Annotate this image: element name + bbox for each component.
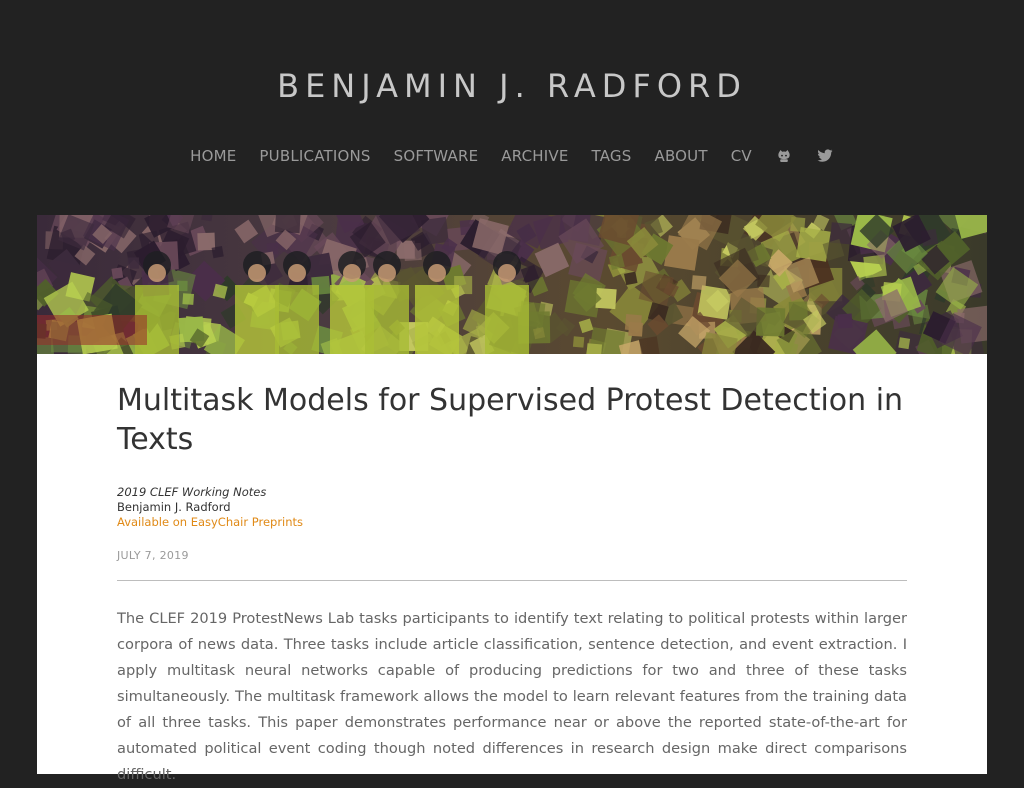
post-venue: 2019 CLEF Working Notes — [117, 485, 267, 499]
main-nav: HOME PUBLICATIONS SOFTWARE ARCHIVE TAGS … — [0, 144, 1024, 168]
twitter-icon[interactable] — [816, 144, 834, 168]
post-date: JULY 7, 2019 — [117, 549, 189, 562]
nav-tags[interactable]: TAGS — [592, 144, 632, 168]
nav-archive[interactable]: ARCHIVE — [501, 144, 568, 168]
post-meta: 2019 CLEF Working Notes Benjamin J. Radf… — [117, 485, 717, 530]
nav-cv[interactable]: CV — [731, 144, 752, 168]
github-icon[interactable] — [775, 144, 793, 168]
post-abstract: The CLEF 2019 ProtestNews Lab tasks part… — [117, 610, 907, 783]
header-banner-image — [37, 215, 987, 354]
post-title: Multitask Models for Supervised Protest … — [117, 383, 904, 457]
nav-software[interactable]: SOFTWARE — [394, 144, 479, 168]
post-card: Multitask Models for Supervised Protest … — [37, 354, 987, 783]
nav-about[interactable]: ABOUT — [654, 144, 707, 168]
preprint-link[interactable]: Available on EasyChair Preprints — [117, 515, 717, 530]
divider — [117, 580, 907, 581]
nav-publications[interactable]: PUBLICATIONS — [259, 144, 370, 168]
site-title-link[interactable]: BENJAMIN J. RADFORD — [0, 64, 1024, 108]
nav-home[interactable]: HOME — [190, 144, 236, 168]
post-author: Benjamin J. Radford — [117, 500, 231, 514]
site-header: BENJAMIN J. RADFORD HOME PUBLICATIONS SO… — [0, 0, 1024, 215]
